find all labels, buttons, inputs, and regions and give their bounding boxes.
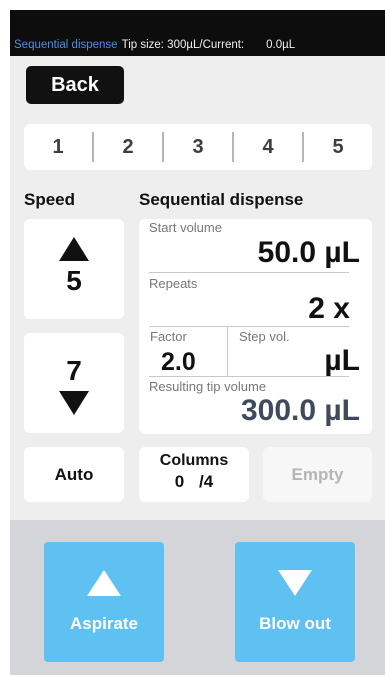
aspirate-label: Aspirate [69,614,139,633]
program-tabs: 1 2 3 4 5 [24,124,372,170]
speed-title: Speed [24,190,76,209]
columns-total: 4 [203,472,214,491]
speed-up-button[interactable]: 5 [24,219,124,319]
repeats-value[interactable]: 2 x [308,292,350,326]
start-volume-value[interactable]: 50.0 µL [258,236,360,270]
repeats-label: Repeats [149,276,198,291]
arrow-down-icon [59,391,89,415]
sequential-panel: Start volume 50.0 µL Repeats 2 x Factor … [139,219,372,434]
divider [149,376,349,377]
sequential-title: Sequential dispense [139,190,304,209]
auto-button[interactable]: Auto [24,447,124,502]
action-area: Aspirate Blow out [10,520,385,675]
arrow-up-icon [59,237,89,261]
blow-out-button[interactable]: Blow out [235,542,355,662]
status-current-volume: 0.0µL [266,39,296,51]
step-volume-value[interactable]: µL [324,344,360,378]
back-button[interactable]: Back [26,66,124,104]
speed-up-value: 5 [66,265,82,296]
status-mode: Sequential dispense [14,39,118,51]
divider [227,326,228,376]
aspirate-button[interactable]: Aspirate [44,542,164,662]
status-tip-size: Tip size: 300µL/Current: [121,39,245,51]
columns-button[interactable]: Columns 0 /4 [139,447,249,502]
columns-current: 0 [174,472,185,491]
step-volume-label: Step vol. [239,329,290,344]
status-bar: Sequential dispense Tip size: 300µL/Curre… [10,10,385,56]
factor-value[interactable]: 2.0 [161,348,196,377]
arrow-down-icon [278,570,312,596]
tab-5[interactable]: 5 [304,136,372,159]
tab-3[interactable]: 3 [164,136,232,159]
status-text: Sequential dispense Tip size: 300µL/Curre… [14,39,295,51]
blow-out-label: Blow out [259,614,331,633]
divider [149,272,349,273]
resulting-volume-value: 300.0 µL [240,394,360,427]
speed-down-value: 7 [66,355,82,386]
divider [149,326,349,327]
tab-2[interactable]: 2 [94,136,162,159]
resulting-volume-label: Resulting tip volume [149,379,267,394]
tab-1[interactable]: 1 [24,136,92,159]
arrow-up-icon [87,570,121,596]
columns-label: Columns [159,452,229,469]
speed-down-button[interactable]: 7 [24,333,124,433]
tab-4[interactable]: 4 [234,136,302,159]
start-volume-label: Start volume [149,220,222,235]
factor-label: Factor [150,329,187,344]
pipette-screen: Sequential dispense Tip size: 300µL/Curre… [10,10,385,675]
columns-counter: 0 /4 [139,472,249,492]
empty-button[interactable]: Empty [263,447,372,502]
